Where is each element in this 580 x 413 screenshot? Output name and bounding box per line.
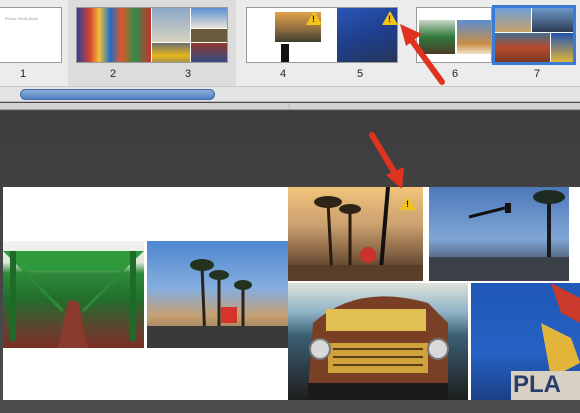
page-browser: iPhoto Photo Book 1 2 3 ! ! 4 5 6 7 (0, 0, 580, 90)
page-number-7: 7 (533, 68, 541, 80)
page-thumb-2-3[interactable] (76, 7, 228, 63)
annotation-arrow (369, 132, 404, 189)
photo-palm-street[interactable] (147, 241, 288, 348)
photo-tree (191, 29, 227, 42)
photo-taxi (152, 43, 190, 62)
page-number-5: 5 (356, 68, 364, 80)
truck-scene (308, 296, 449, 400)
left-page[interactable] (3, 187, 288, 400)
page-group-4-5: ! ! 4 5 (240, 0, 406, 90)
page-group-2-3: 2 3 (68, 0, 236, 90)
warning-icon[interactable]: ! (306, 11, 322, 25)
photo-post (281, 44, 289, 62)
page-number-3: 3 (184, 68, 192, 80)
photo-street-night (532, 8, 573, 32)
bridge-truss (3, 251, 144, 348)
photo-street-signal[interactable] (429, 187, 569, 281)
photo-sign (191, 43, 227, 62)
photo-palms (457, 20, 491, 54)
palm-trees (147, 259, 288, 348)
photo-street (152, 8, 190, 42)
street-scene (429, 190, 569, 281)
right-page[interactable]: ! PLA (288, 187, 580, 400)
photo-sky (191, 8, 227, 28)
page-group-1: iPhoto Photo Book 1 (0, 0, 66, 90)
page-number-2: 2 (109, 68, 117, 80)
photo-plaza-sign-large[interactable]: PLA (471, 283, 580, 400)
page-thumb-7[interactable] (492, 5, 576, 65)
photo-plaza-sign (551, 33, 573, 62)
page-number-1: 1 (19, 68, 27, 80)
cover-title: iPhoto Photo Book (5, 16, 39, 21)
page-thumb-4-5[interactable]: ! ! (246, 7, 398, 63)
divider-grip-icon[interactable]: ⋮ (286, 104, 293, 111)
scrollbar-thumb[interactable] (20, 89, 215, 100)
warning-icon[interactable]: ! (400, 196, 416, 210)
photo-truck (495, 33, 550, 62)
photo-palms-small (495, 8, 531, 32)
page-number-4: 4 (279, 68, 287, 80)
photo-rusty-truck[interactable] (288, 283, 468, 400)
annotation-arrow (400, 24, 445, 85)
photo-green-bridge[interactable] (3, 241, 144, 348)
page-thumb-1[interactable]: iPhoto Photo Book (0, 7, 62, 63)
photo-murals (77, 8, 151, 62)
warning-icon[interactable]: ! (382, 11, 397, 25)
sign-text: PLA (513, 371, 561, 398)
